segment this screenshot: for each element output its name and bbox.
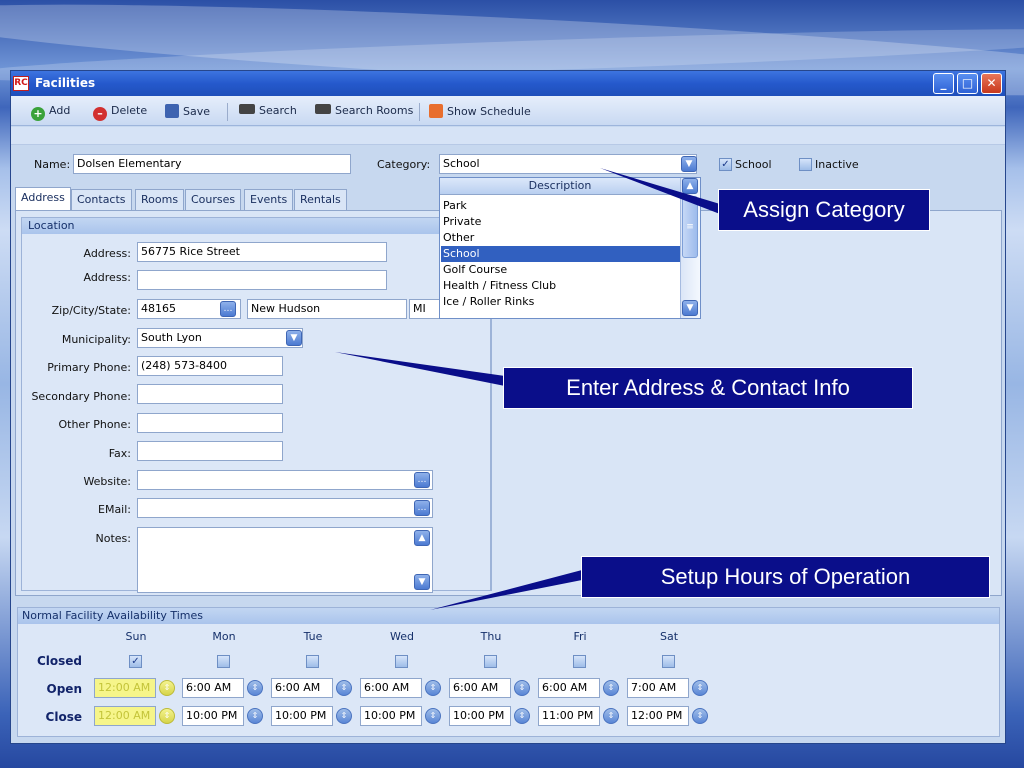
hours-callout: Setup Hours of Operation [581, 556, 990, 598]
hours-callout-pointer [430, 570, 582, 610]
assign-category-callout: Assign Category [718, 189, 930, 231]
address-callout-pointer [335, 352, 505, 386]
category-callout-pointer [600, 168, 720, 214]
address-contact-callout: Enter Address & Contact Info [503, 367, 913, 409]
